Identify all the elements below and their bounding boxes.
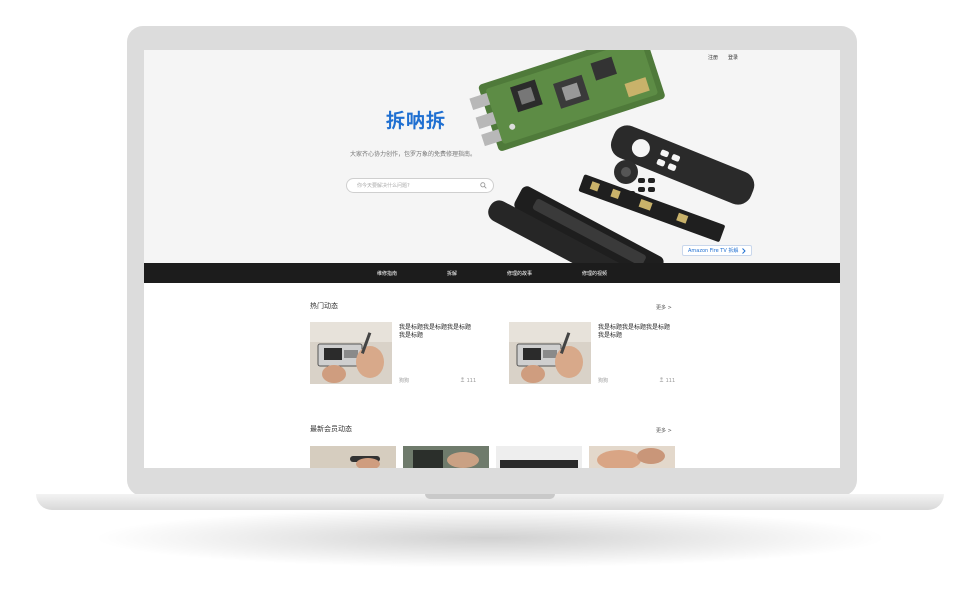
member-thumb[interactable] xyxy=(496,446,582,468)
nav-item-guides[interactable]: 维修指南 xyxy=(377,270,397,277)
search-input[interactable]: 你今天要解决什么问题? xyxy=(357,182,410,189)
hot-card-image[interactable] xyxy=(310,322,392,384)
user-icon xyxy=(460,377,465,382)
hot-card-count-value: 111 xyxy=(466,378,477,384)
hot-card-title[interactable]: 我是标题我是标题我是标题我是标题 xyxy=(399,324,473,340)
members-section-title: 最新会员动态 xyxy=(310,425,352,433)
nav-item-stories[interactable]: 修理的故事 xyxy=(507,270,532,277)
nav-item-teardowns[interactable]: 拆解 xyxy=(447,270,457,277)
user-icon xyxy=(659,377,664,382)
teardown-illustration xyxy=(469,50,755,263)
hero-banner: 注册 登录 拆呐拆 大家齐心协力创作，包罗万象的免费修理指南。 你今天要解决什么… xyxy=(144,50,840,263)
laptop-notch xyxy=(425,494,555,499)
page: 注册 登录 拆呐拆 大家齐心协力创作，包罗万象的免费修理指南。 你今天要解决什么… xyxy=(0,0,980,600)
nav-item-videos[interactable]: 修理的视频 xyxy=(582,270,607,277)
members-more-link[interactable]: 更多 > xyxy=(656,427,672,434)
hot-card-count-value: 111 xyxy=(665,378,676,384)
hot-card-author: 狗狗 xyxy=(598,378,609,384)
hot-more-link[interactable]: 更多 > xyxy=(656,304,672,311)
member-thumb[interactable] xyxy=(589,446,675,468)
hot-card-count: 111 xyxy=(659,377,675,384)
hot-card-author: 狗狗 xyxy=(399,378,410,384)
site-logo-text[interactable]: 拆呐拆 xyxy=(386,106,446,133)
hot-card-count: 111 xyxy=(460,377,476,384)
laptop-screen: 注册 登录 拆呐拆 大家齐心协力创作，包罗万象的免费修理指南。 你今天要解决什么… xyxy=(144,50,840,468)
laptop-shadow xyxy=(90,508,890,568)
main-nav: 维修指南 拆解 修理的故事 修理的视频 xyxy=(144,263,840,283)
hot-card-title[interactable]: 我是标题我是标题我是标题我是标题 xyxy=(598,324,672,340)
promo-tag[interactable]: Amazon Fire TV 拆解 xyxy=(682,245,753,256)
hot-card-image[interactable] xyxy=(509,322,591,384)
member-thumb[interactable] xyxy=(310,446,396,468)
chevron-right-icon xyxy=(742,247,747,254)
hot-section-title: 热门动态 xyxy=(310,302,338,310)
site-tagline: 大家齐心协力创作，包罗万象的免费修理指南。 xyxy=(350,151,477,158)
member-thumb[interactable] xyxy=(403,446,489,468)
promo-label: Amazon Fire TV 拆解 xyxy=(688,248,739,254)
